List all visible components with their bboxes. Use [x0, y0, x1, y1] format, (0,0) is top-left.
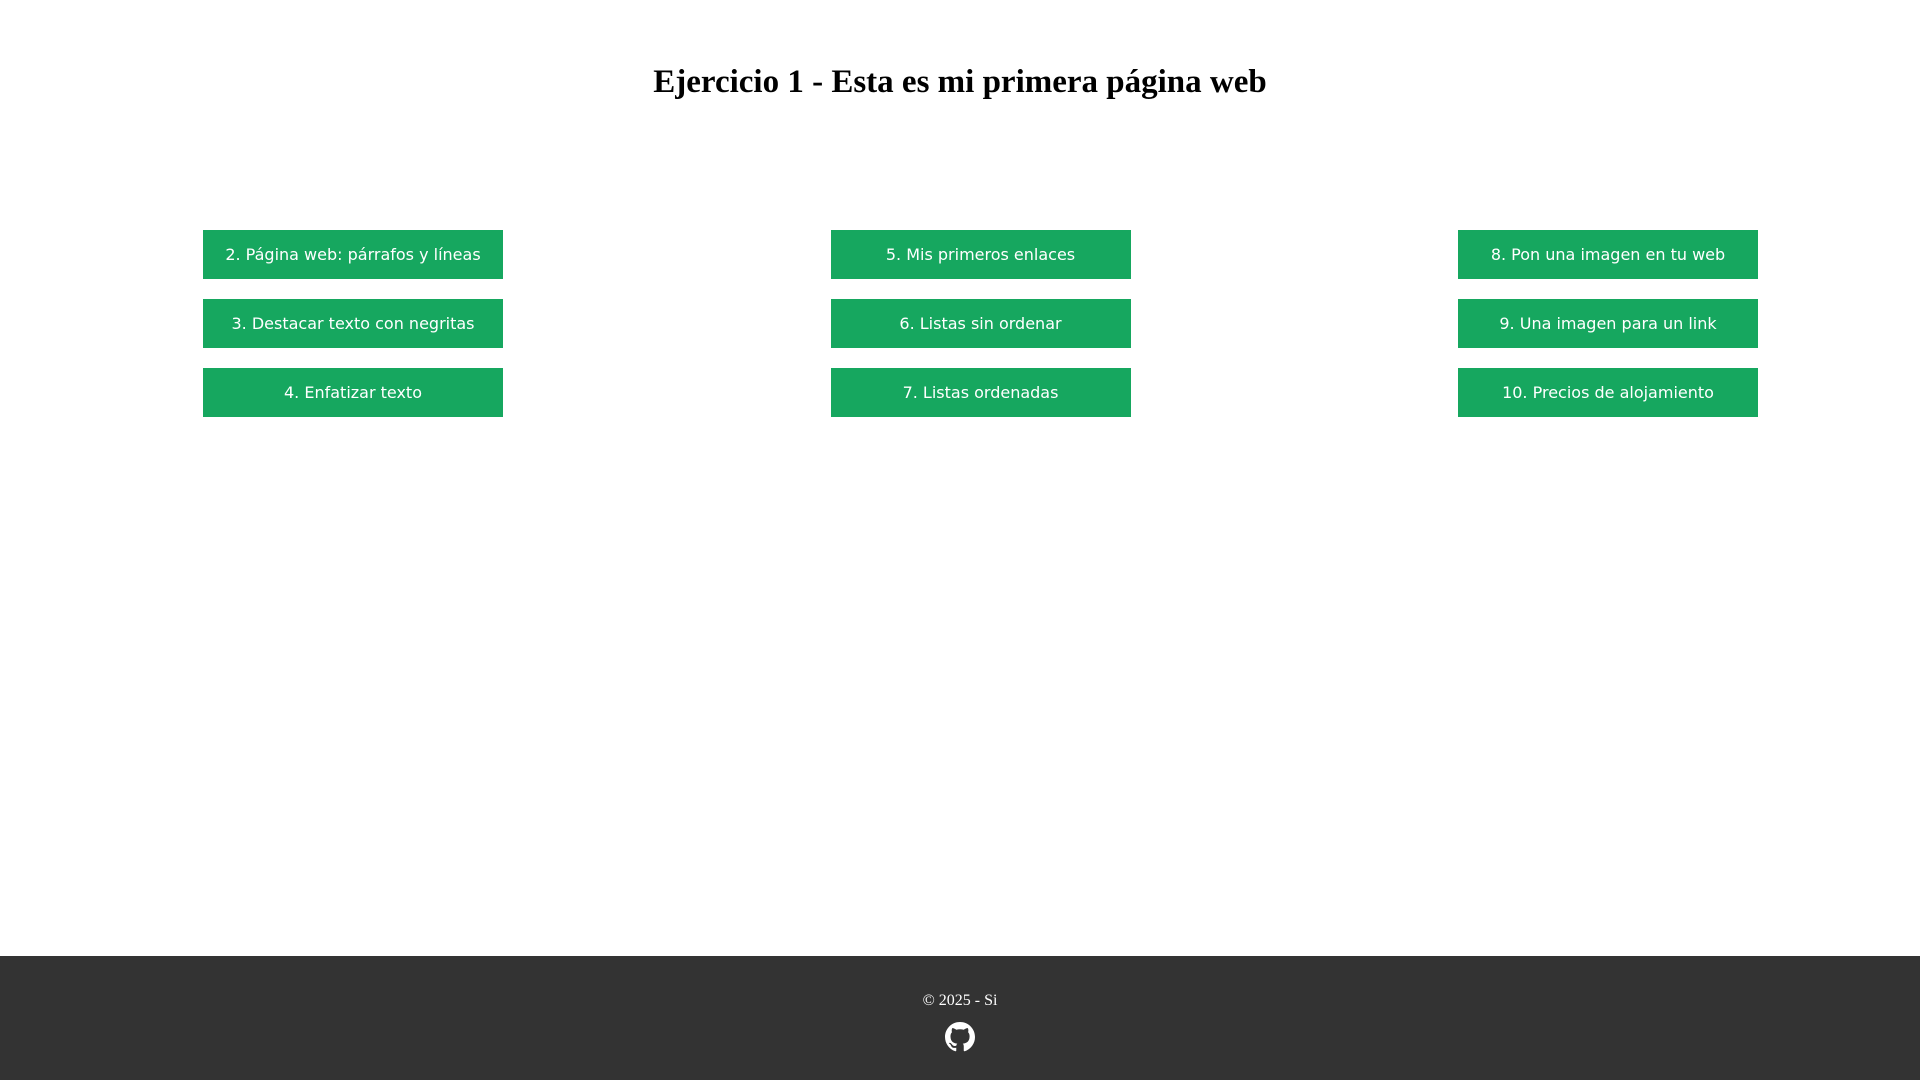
exercise-7-button[interactable]: 7. Listas ordenadas [830, 368, 1131, 417]
exercise-column-3: 8. Pon una imagen en tu web 9. Una image… [1458, 230, 1758, 417]
exercise-9-button[interactable]: 9. Una imagen para un link [1458, 299, 1758, 348]
copyright-text: © 2025 - Si [922, 992, 998, 1009]
exercise-column-2: 5. Mis primeros enlaces 6. Listas sin or… [830, 230, 1131, 417]
exercise-buttons-grid: 2. Página web: párrafos y líneas 3. Dest… [203, 230, 1758, 417]
page: Ejercicio 1 - Esta es mi primera página … [0, 0, 1920, 1080]
github-icon [945, 1022, 975, 1052]
exercise-2-button[interactable]: 2. Página web: párrafos y líneas [203, 230, 503, 279]
page-title: Ejercicio 1 - Esta es mi primera página … [653, 64, 1267, 100]
exercise-5-button[interactable]: 5. Mis primeros enlaces [830, 230, 1131, 279]
footer: © 2025 - Si [0, 956, 1920, 1080]
exercise-10-button[interactable]: 10. Precios de alojamiento [1458, 368, 1758, 417]
exercise-4-button[interactable]: 4. Enfatizar texto [203, 368, 503, 417]
exercise-3-button[interactable]: 3. Destacar texto con negritas [203, 299, 503, 348]
exercise-column-1: 2. Página web: párrafos y líneas 3. Dest… [203, 230, 503, 417]
exercise-8-button[interactable]: 8. Pon una imagen en tu web [1458, 230, 1758, 279]
github-link[interactable] [945, 1022, 975, 1052]
exercise-6-button[interactable]: 6. Listas sin ordenar [830, 299, 1131, 348]
